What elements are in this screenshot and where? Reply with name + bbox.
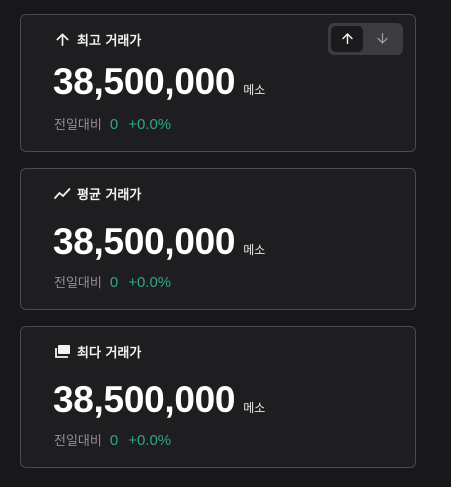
change-amount: 0 bbox=[109, 432, 119, 449]
arrow-up-icon bbox=[341, 30, 354, 49]
trend-line-icon bbox=[54, 185, 71, 202]
stacked-cards-icon bbox=[54, 343, 71, 360]
price-unit: 메소 bbox=[243, 401, 266, 415]
price-row: 38,500,000 메소 bbox=[53, 221, 265, 263]
price-value: 38,500,000 bbox=[53, 61, 236, 102]
sort-up-button[interactable] bbox=[331, 26, 363, 52]
price-value: 38,500,000 bbox=[53, 379, 236, 420]
change-label: 전일대비 bbox=[54, 434, 102, 449]
most-frequent-price-card: 최다 거래가 38,500,000 메소 전일대비 0 +0.0% bbox=[20, 326, 416, 468]
average-price-card: 평균 거래가 38,500,000 메소 전일대비 0 +0.0% bbox=[20, 168, 416, 310]
price-row: 38,500,000 메소 bbox=[53, 61, 265, 103]
price-unit: 메소 bbox=[243, 83, 266, 97]
card-title: 최고 거래가 bbox=[77, 34, 142, 49]
card-header: 최다 거래가 bbox=[54, 342, 141, 361]
card-header: 평균 거래가 bbox=[54, 184, 141, 203]
change-row: 전일대비 0 +0.0% bbox=[54, 272, 171, 291]
change-percent: +0.0% bbox=[128, 116, 172, 133]
arrow-down-icon bbox=[376, 30, 389, 49]
highest-price-card: 최고 거래가 38,500,000 메소 전일대비 0 +0.0% bbox=[20, 14, 416, 152]
card-header: 최고 거래가 bbox=[54, 30, 141, 49]
sort-down-button[interactable] bbox=[366, 26, 398, 52]
sort-direction-toggle[interactable] bbox=[328, 23, 403, 55]
card-title: 최다 거래가 bbox=[77, 346, 142, 361]
change-row: 전일대비 0 +0.0% bbox=[54, 430, 171, 449]
change-label: 전일대비 bbox=[54, 118, 102, 133]
price-unit: 메소 bbox=[243, 243, 266, 257]
change-percent: +0.0% bbox=[128, 432, 172, 449]
change-amount: 0 bbox=[109, 116, 119, 133]
arrow-up-icon bbox=[54, 31, 71, 48]
change-row: 전일대비 0 +0.0% bbox=[54, 114, 171, 133]
change-amount: 0 bbox=[109, 274, 119, 291]
price-row: 38,500,000 메소 bbox=[53, 379, 265, 421]
card-title: 평균 거래가 bbox=[77, 188, 142, 203]
price-value: 38,500,000 bbox=[53, 221, 236, 262]
change-label: 전일대비 bbox=[54, 276, 102, 291]
change-percent: +0.0% bbox=[128, 274, 172, 291]
